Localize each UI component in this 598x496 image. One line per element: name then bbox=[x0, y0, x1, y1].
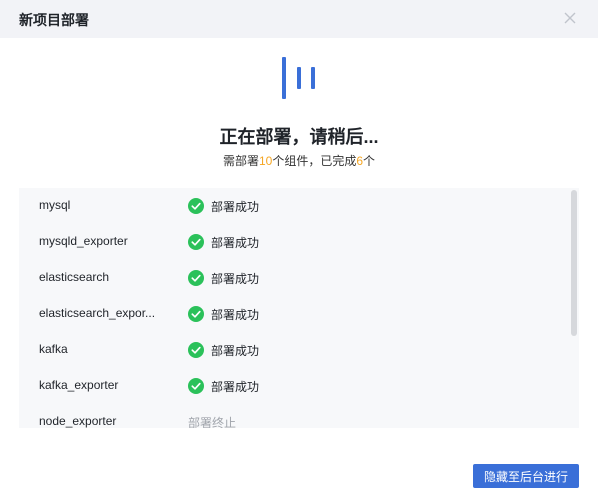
check-circle-icon bbox=[188, 234, 204, 250]
loading-bars-icon bbox=[282, 57, 318, 101]
total-count: 10 bbox=[258, 154, 273, 168]
status-label: 部署成功 bbox=[211, 307, 260, 322]
list-item: elasticsearch 部署成功 bbox=[19, 260, 579, 296]
status-badge: 部署成功 bbox=[188, 233, 259, 251]
component-list[interactable]: mysql 部署成功 mysqld_exporter 部署成功 elastics… bbox=[19, 188, 579, 428]
status-label: 部署成功 bbox=[211, 379, 260, 394]
status-badge: 部署成功 bbox=[188, 377, 259, 395]
check-circle-icon bbox=[188, 198, 204, 214]
summary-middle: 个组件，已完成 bbox=[272, 154, 357, 168]
status-label: 部署成功 bbox=[211, 235, 260, 250]
status-badge: 部署成功 bbox=[188, 269, 259, 287]
component-name: node_exporter bbox=[39, 414, 117, 428]
status-badge: 部署成功 bbox=[188, 197, 259, 215]
component-name: elasticsearch_expor... bbox=[39, 306, 156, 320]
status-label: 部署成功 bbox=[211, 271, 260, 286]
run-in-background-button[interactable]: 隐藏至后台进行 bbox=[473, 464, 579, 488]
status-badge: 部署成功 bbox=[188, 341, 259, 359]
status-label: 部署终止 bbox=[188, 415, 237, 429]
list-item: kafka 部署成功 bbox=[19, 332, 579, 368]
list-item: mysqld_exporter 部署成功 bbox=[19, 224, 579, 260]
list-item: node_exporter 部署终止 bbox=[19, 404, 579, 428]
progress-summary: 需部署10个组件，已完成6个 bbox=[0, 152, 598, 169]
list-scrollbar[interactable] bbox=[571, 190, 577, 336]
progress-heading: 正在部署，请稍后... bbox=[219, 127, 379, 147]
loader-bar bbox=[282, 57, 286, 99]
loader-bar bbox=[297, 67, 301, 89]
component-name: mysqld_exporter bbox=[39, 234, 128, 248]
component-name: kafka_exporter bbox=[39, 378, 119, 392]
loader-bar bbox=[311, 67, 315, 89]
check-circle-icon bbox=[188, 306, 204, 322]
dialog-title: 新项目部署 bbox=[19, 12, 89, 28]
summary-suffix: 个 bbox=[363, 154, 376, 168]
check-circle-icon bbox=[188, 270, 204, 286]
list-item: kafka_exporter 部署成功 bbox=[19, 368, 579, 404]
component-name: mysql bbox=[39, 198, 71, 212]
list-item: elasticsearch_expor... 部署成功 bbox=[19, 296, 579, 332]
check-circle-icon bbox=[188, 378, 204, 394]
summary-prefix: 需部署 bbox=[222, 154, 259, 168]
list-item: mysql 部署成功 bbox=[19, 188, 579, 224]
status-label: 部署成功 bbox=[211, 199, 260, 214]
dialog-header: 新项目部署 bbox=[0, 0, 598, 38]
component-name: kafka bbox=[39, 342, 68, 356]
status-badge: 部署终止 bbox=[188, 413, 237, 429]
check-circle-icon bbox=[188, 342, 204, 358]
status-label: 部署成功 bbox=[211, 343, 260, 358]
close-icon[interactable] bbox=[562, 10, 578, 26]
status-badge: 部署成功 bbox=[188, 305, 259, 323]
component-name: elasticsearch bbox=[39, 270, 110, 284]
